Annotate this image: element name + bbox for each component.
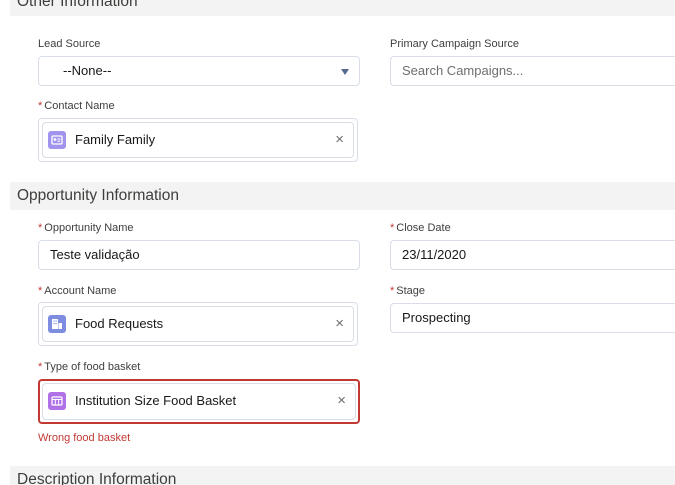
contact-card-icon — [48, 131, 66, 149]
close-icon[interactable]: × — [335, 307, 344, 341]
contact-pill: Family Family × — [42, 122, 354, 158]
stage-label: * Stage — [390, 285, 426, 297]
section-header-opportunity-information: Opportunity Information — [10, 182, 675, 210]
contact-name-lookup[interactable]: Family Family × — [38, 118, 358, 162]
account-name-lookup[interactable]: Food Requests × — [38, 302, 358, 346]
chevron-down-icon — [341, 69, 349, 75]
required-marker: * — [390, 285, 395, 297]
food-basket-lookup[interactable]: Institution Size Food Basket × — [38, 379, 360, 424]
primary-campaign-search-input[interactable]: Search Campaigns... — [390, 56, 675, 86]
opportunity-name-input[interactable]: Teste validação — [38, 240, 360, 270]
required-marker: * — [390, 222, 395, 234]
required-marker: * — [38, 361, 43, 373]
food-basket-value: Institution Size Food Basket — [75, 393, 237, 408]
close-icon[interactable]: × — [337, 384, 346, 418]
required-marker: * — [38, 285, 43, 297]
account-icon — [48, 315, 66, 333]
section-header-other-information: Other Information — [10, 0, 675, 16]
close-icon[interactable]: × — [335, 123, 344, 157]
section-header-description-information: Description Information — [10, 466, 675, 485]
account-name-label: * Account Name — [38, 285, 117, 297]
primary-campaign-source-label: Primary Campaign Source — [390, 38, 519, 50]
lead-source-label: Lead Source — [38, 38, 101, 50]
contact-name-label: * Contact Name — [38, 100, 115, 112]
lead-source-select[interactable]: --None-- — [38, 56, 360, 86]
food-basket-error-message: Wrong food basket — [38, 432, 131, 444]
lead-source-value: --None-- — [63, 63, 112, 78]
stage-select[interactable]: Prospecting — [390, 303, 675, 333]
account-name-value: Food Requests — [75, 316, 164, 331]
close-date-input[interactable]: 23/11/2020 — [390, 240, 675, 270]
account-pill: Food Requests × — [42, 306, 354, 342]
opportunity-name-label: * Opportunity Name — [38, 222, 134, 234]
food-basket-label: * Type of food basket — [38, 361, 141, 373]
required-marker: * — [38, 222, 43, 234]
food-basket-pill: Institution Size Food Basket × — [42, 383, 356, 420]
custom-object-icon — [48, 392, 66, 410]
required-marker: * — [38, 100, 43, 112]
close-date-label: * Close Date — [390, 222, 451, 234]
contact-name-value: Family Family — [75, 132, 156, 147]
